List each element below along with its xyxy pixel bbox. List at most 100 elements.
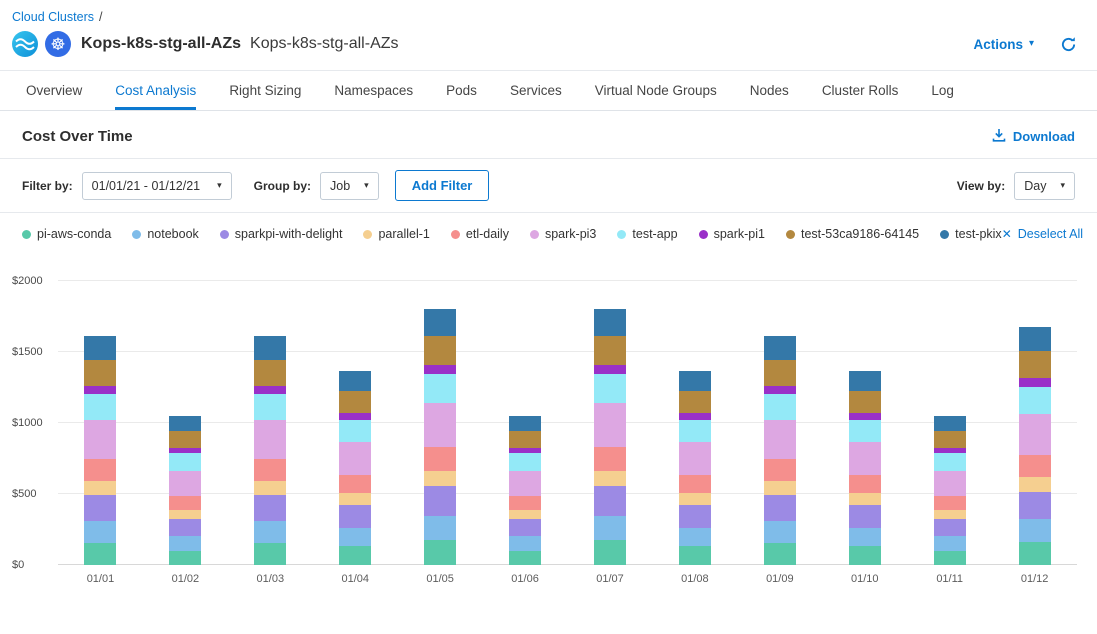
bar-segment-test-pkix[interactable] bbox=[934, 416, 966, 431]
bar-segment-parallel-1[interactable] bbox=[254, 481, 286, 495]
bar-segment-spark-pi1[interactable] bbox=[424, 365, 456, 374]
bar-segment-parallel-1[interactable] bbox=[424, 471, 456, 487]
bar-segment-notebook[interactable] bbox=[84, 521, 116, 543]
bar-segment-etl-daily[interactable] bbox=[594, 447, 626, 471]
bar-segment-test-53ca9186-64145[interactable] bbox=[679, 391, 711, 413]
bar-segment-spark-pi1[interactable] bbox=[1019, 378, 1051, 386]
bar-segment-spark-pi3[interactable] bbox=[84, 420, 116, 459]
bar-segment-test-53ca9186-64145[interactable] bbox=[849, 391, 881, 413]
bar-segment-spark-pi3[interactable] bbox=[849, 442, 881, 475]
bar-segment-test-pkix[interactable] bbox=[254, 336, 286, 359]
bar-segment-test-53ca9186-64145[interactable] bbox=[509, 431, 541, 448]
deselect-all-button[interactable]: ✕ Deselect All bbox=[1002, 227, 1083, 241]
bar-segment-sparkpi-with-delight[interactable] bbox=[84, 495, 116, 521]
bar-segment-test-pkix[interactable] bbox=[84, 336, 116, 359]
bar-segment-notebook[interactable] bbox=[1019, 519, 1051, 542]
bar-segment-etl-daily[interactable] bbox=[509, 496, 541, 510]
bar-segment-test-pkix[interactable] bbox=[679, 371, 711, 391]
date-range-select[interactable]: 01/01/21 - 01/12/21 ▾ bbox=[82, 172, 232, 200]
bar-segment-pi-aws-conda[interactable] bbox=[84, 543, 116, 565]
actions-button[interactable]: Actions ▾ bbox=[973, 37, 1034, 52]
bar-segment-test-app[interactable] bbox=[1019, 387, 1051, 414]
bar-01-09[interactable] bbox=[764, 336, 796, 565]
bar-segment-pi-aws-conda[interactable] bbox=[509, 551, 541, 565]
bar-segment-spark-pi1[interactable] bbox=[339, 413, 371, 420]
bar-segment-pi-aws-conda[interactable] bbox=[849, 546, 881, 565]
bar-segment-sparkpi-with-delight[interactable] bbox=[764, 495, 796, 521]
bar-segment-test-pkix[interactable] bbox=[594, 309, 626, 335]
bar-segment-spark-pi3[interactable] bbox=[169, 471, 201, 496]
tab-services[interactable]: Services bbox=[510, 71, 562, 110]
bar-segment-parallel-1[interactable] bbox=[1019, 477, 1051, 492]
bar-01-06[interactable] bbox=[509, 416, 541, 565]
bar-segment-test-pkix[interactable] bbox=[169, 416, 201, 431]
legend-item-notebook[interactable]: notebook bbox=[132, 227, 198, 241]
bar-segment-spark-pi3[interactable] bbox=[594, 403, 626, 447]
bar-segment-spark-pi3[interactable] bbox=[339, 442, 371, 475]
legend-item-test-app[interactable]: test-app bbox=[617, 227, 677, 241]
bar-segment-notebook[interactable] bbox=[254, 521, 286, 543]
bar-segment-etl-daily[interactable] bbox=[169, 496, 201, 510]
breadcrumb-cloud-clusters[interactable]: Cloud Clusters bbox=[12, 10, 94, 24]
bar-segment-sparkpi-with-delight[interactable] bbox=[849, 505, 881, 527]
bar-segment-parallel-1[interactable] bbox=[764, 481, 796, 495]
bar-segment-test-53ca9186-64145[interactable] bbox=[1019, 351, 1051, 378]
bar-segment-spark-pi1[interactable] bbox=[849, 413, 881, 420]
bar-segment-spark-pi1[interactable] bbox=[594, 365, 626, 374]
bar-segment-spark-pi1[interactable] bbox=[84, 386, 116, 394]
bar-01-10[interactable] bbox=[849, 371, 881, 565]
bar-segment-notebook[interactable] bbox=[509, 536, 541, 550]
bar-segment-test-app[interactable] bbox=[339, 420, 371, 442]
bar-segment-test-53ca9186-64145[interactable] bbox=[424, 336, 456, 365]
bar-segment-notebook[interactable] bbox=[169, 536, 201, 550]
bar-segment-parallel-1[interactable] bbox=[84, 481, 116, 495]
bar-segment-etl-daily[interactable] bbox=[339, 475, 371, 493]
bar-segment-notebook[interactable] bbox=[849, 528, 881, 547]
bar-segment-sparkpi-with-delight[interactable] bbox=[594, 486, 626, 515]
bar-segment-test-app[interactable] bbox=[509, 453, 541, 470]
legend-item-etl-daily[interactable]: etl-daily bbox=[451, 227, 509, 241]
bar-segment-spark-pi3[interactable] bbox=[424, 403, 456, 447]
bar-segment-test-app[interactable] bbox=[679, 420, 711, 442]
bar-segment-test-app[interactable] bbox=[934, 453, 966, 470]
bar-segment-test-app[interactable] bbox=[254, 394, 286, 420]
bar-segment-sparkpi-with-delight[interactable] bbox=[1019, 492, 1051, 519]
bar-segment-test-app[interactable] bbox=[764, 394, 796, 420]
bar-segment-test-app[interactable] bbox=[849, 420, 881, 442]
bar-segment-etl-daily[interactable] bbox=[679, 475, 711, 493]
bar-segment-sparkpi-with-delight[interactable] bbox=[169, 519, 201, 536]
bar-segment-spark-pi3[interactable] bbox=[509, 471, 541, 496]
bar-segment-pi-aws-conda[interactable] bbox=[679, 546, 711, 565]
legend-item-spark-pi1[interactable]: spark-pi1 bbox=[699, 227, 765, 241]
bar-segment-notebook[interactable] bbox=[934, 536, 966, 550]
bar-segment-sparkpi-with-delight[interactable] bbox=[934, 519, 966, 536]
tab-namespaces[interactable]: Namespaces bbox=[334, 71, 413, 110]
bar-segment-spark-pi1[interactable] bbox=[764, 386, 796, 394]
legend-item-spark-pi3[interactable]: spark-pi3 bbox=[530, 227, 596, 241]
bar-segment-spark-pi3[interactable] bbox=[679, 442, 711, 475]
legend-item-pi-aws-conda[interactable]: pi-aws-conda bbox=[22, 227, 111, 241]
bar-segment-etl-daily[interactable] bbox=[254, 459, 286, 480]
bar-segment-pi-aws-conda[interactable] bbox=[1019, 542, 1051, 565]
bar-segment-spark-pi3[interactable] bbox=[1019, 414, 1051, 455]
bar-segment-parallel-1[interactable] bbox=[679, 493, 711, 505]
bar-segment-pi-aws-conda[interactable] bbox=[764, 543, 796, 565]
bar-01-05[interactable] bbox=[424, 309, 456, 565]
bar-segment-test-app[interactable] bbox=[84, 394, 116, 420]
bar-segment-test-pkix[interactable] bbox=[339, 371, 371, 391]
bar-segment-sparkpi-with-delight[interactable] bbox=[254, 495, 286, 521]
bar-segment-notebook[interactable] bbox=[339, 528, 371, 547]
bar-segment-test-53ca9186-64145[interactable] bbox=[764, 360, 796, 386]
bar-01-08[interactable] bbox=[679, 371, 711, 565]
bar-segment-test-53ca9186-64145[interactable] bbox=[339, 391, 371, 413]
bar-segment-test-pkix[interactable] bbox=[1019, 327, 1051, 351]
bar-segment-notebook[interactable] bbox=[679, 528, 711, 547]
bar-segment-test-53ca9186-64145[interactable] bbox=[169, 431, 201, 448]
bar-segment-etl-daily[interactable] bbox=[934, 496, 966, 510]
bar-segment-notebook[interactable] bbox=[594, 516, 626, 541]
bar-segment-parallel-1[interactable] bbox=[849, 493, 881, 505]
tab-overview[interactable]: Overview bbox=[26, 71, 82, 110]
legend-item-sparkpi-with-delight[interactable]: sparkpi-with-delight bbox=[220, 227, 343, 241]
bar-segment-spark-pi3[interactable] bbox=[764, 420, 796, 459]
bar-segment-test-pkix[interactable] bbox=[764, 336, 796, 359]
